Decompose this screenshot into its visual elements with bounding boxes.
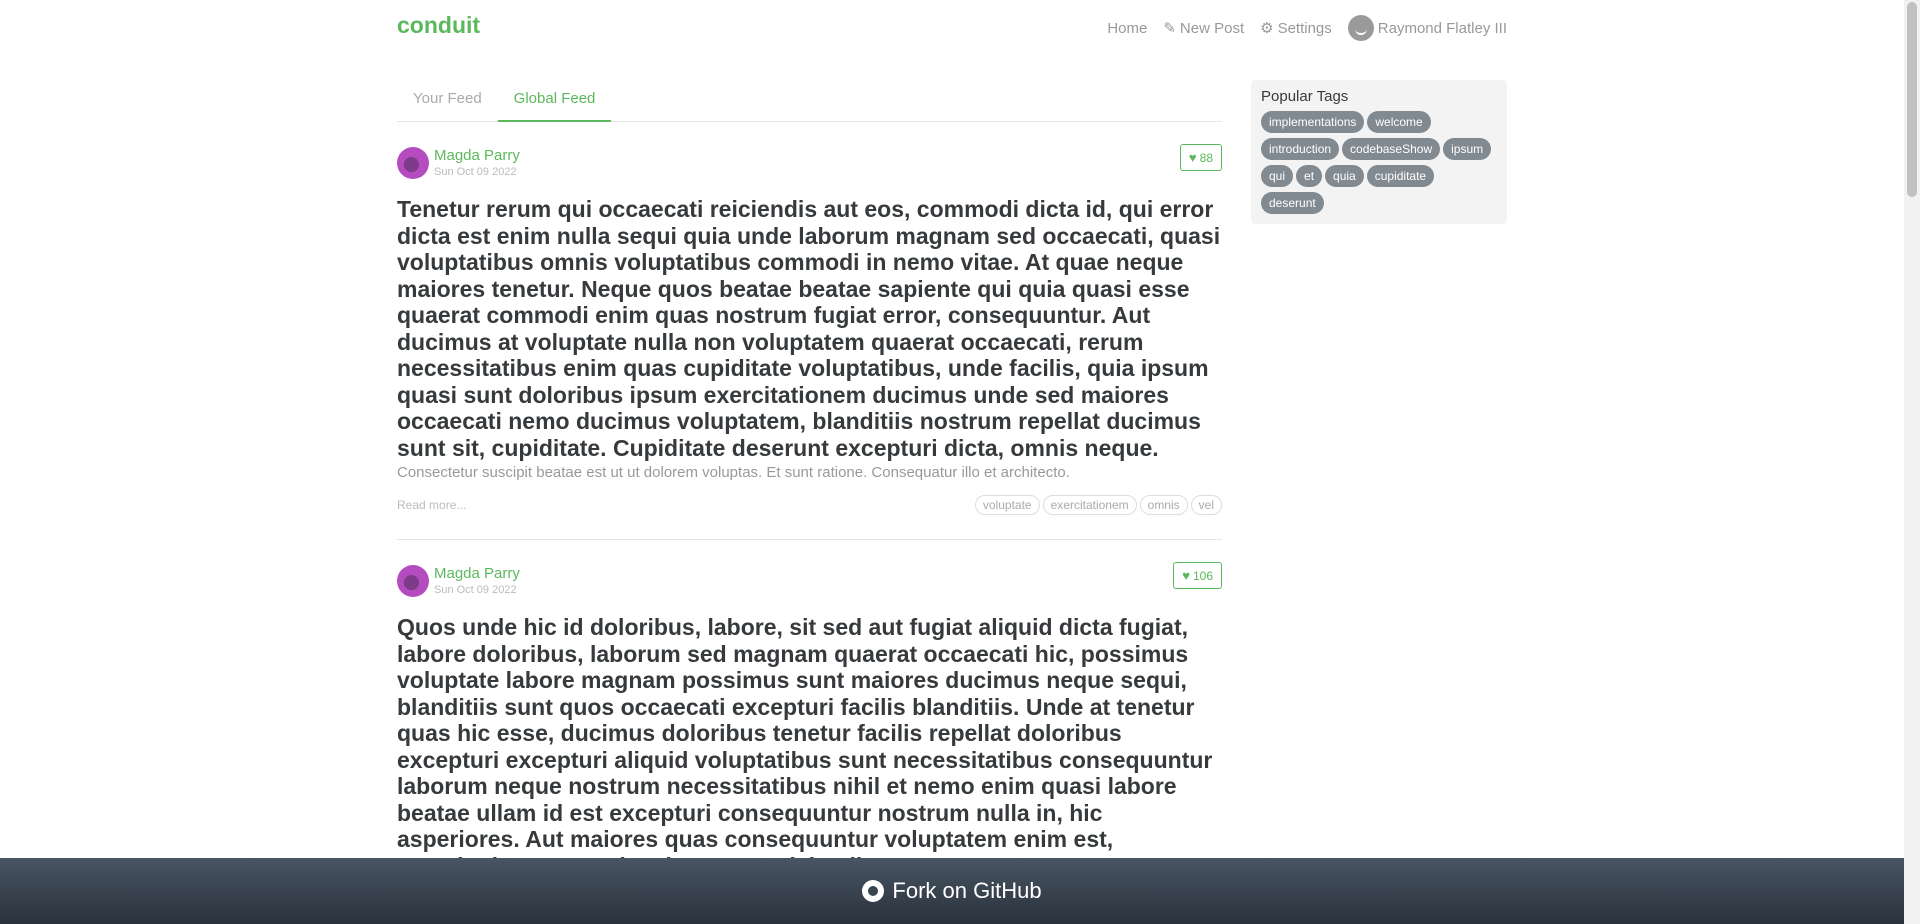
article-tag: voluptate	[974, 495, 1040, 515]
tag-pill[interactable]: et	[1296, 165, 1323, 187]
tag-pill[interactable]: codebaseShow	[1342, 138, 1441, 160]
heart-icon: ♥	[1188, 150, 1197, 165]
tag-pill[interactable]: quia	[1325, 165, 1364, 187]
article-tag: omnis	[1139, 495, 1188, 515]
gear-icon: ⚙	[1260, 20, 1274, 37]
article-date: Sun Oct 09 2022	[434, 583, 517, 596]
article-footer: Read more... voluptate exercitationem om…	[397, 495, 1222, 515]
article-title[interactable]: Quos unde hic id doloribus, labore, sit …	[397, 614, 1222, 879]
article-date: Sun Oct 09 2022	[434, 165, 517, 178]
article-tag-list: voluptate exercitationem omnis vel	[974, 495, 1222, 515]
article-tag: vel	[1190, 495, 1222, 515]
article-tag: exercitationem	[1042, 495, 1137, 515]
tag-pill[interactable]: welcome	[1367, 111, 1431, 133]
github-footer-link[interactable]: Fork on GitHub	[0, 858, 1904, 924]
author-name[interactable]: Magda Parry	[434, 566, 520, 583]
github-icon	[862, 880, 885, 902]
nav-links: Home ✎ New Post ⚙ Settings Raymond Flatl…	[1107, 0, 1507, 56]
article-description: Consectetur suscipit beatae est ut ut do…	[397, 464, 1070, 481]
nav-settings-label: Settings	[1277, 19, 1332, 37]
author-info: Magda Parry Sun Oct 09 2022	[434, 148, 520, 178]
tag-pill[interactable]: deserunt	[1261, 192, 1324, 214]
article-meta: Magda Parry Sun Oct 09 2022	[397, 564, 1222, 598]
github-footer-label: Fork on GitHub	[892, 878, 1042, 903]
favorite-button[interactable]: ♥ 106	[1173, 562, 1222, 589]
user-avatar	[1347, 15, 1374, 41]
favorite-count: 88	[1199, 150, 1213, 165]
author-avatar[interactable]	[397, 147, 429, 179]
article-preview: Magda Parry Sun Oct 09 2022 ♥ 106 Quos u…	[397, 540, 1222, 904]
popular-tags-sidebar: Popular Tags implementations welcome int…	[1251, 80, 1507, 224]
tag-pill[interactable]: implementations	[1261, 111, 1365, 133]
feed-toggle: Your Feed Global Feed	[397, 80, 1222, 122]
nav-home[interactable]: Home	[1107, 20, 1147, 37]
author-info: Magda Parry Sun Oct 09 2022	[434, 566, 520, 596]
nav-username: Raymond Flatley III	[1377, 19, 1507, 37]
nav-new-post-label: New Post	[1179, 19, 1245, 37]
tag-pill[interactable]: introduction	[1261, 138, 1340, 160]
nav-profile[interactable]: Raymond Flatley III	[1347, 15, 1507, 41]
nav-home-label: Home	[1107, 19, 1148, 37]
vertical-scrollbar[interactable]	[1904, 0, 1920, 924]
tag-cloud: implementations welcome introduction cod…	[1261, 111, 1497, 214]
edit-icon: ✎	[1163, 20, 1176, 37]
article-title[interactable]: Tenetur rerum qui occaecati reiciendis a…	[397, 196, 1222, 461]
article-meta: Magda Parry Sun Oct 09 2022	[397, 146, 1222, 180]
tag-pill[interactable]: qui	[1261, 165, 1294, 187]
favorite-count: 106	[1192, 568, 1213, 583]
scrollbar-thumb[interactable]	[1907, 2, 1917, 197]
sidebar-title: Popular Tags	[1261, 88, 1349, 105]
tag-pill[interactable]: ipsum	[1443, 138, 1492, 160]
nav-settings[interactable]: ⚙ Settings	[1260, 19, 1332, 38]
navbar: conduit Home ✎ New Post ⚙ Settings Raymo…	[0, 0, 1904, 56]
tab-global-feed[interactable]: Global Feed	[497, 80, 612, 122]
author-name[interactable]: Magda Parry	[434, 148, 520, 165]
read-more-link[interactable]: Read more...	[397, 498, 466, 512]
favorite-button[interactable]: ♥ 88	[1179, 144, 1222, 171]
tab-your-feed[interactable]: Your Feed	[397, 80, 498, 121]
nav-new-post[interactable]: ✎ New Post	[1163, 19, 1245, 38]
brand-logo[interactable]: conduit	[397, 12, 480, 39]
tag-pill[interactable]: cupiditate	[1366, 165, 1435, 187]
author-avatar[interactable]	[397, 565, 429, 597]
heart-icon: ♥	[1182, 568, 1190, 583]
article-preview: Magda Parry Sun Oct 09 2022 ♥ 88 Tenetur…	[397, 122, 1222, 540]
feed-main: Your Feed Global Feed Magda Parry Sun Oc…	[397, 80, 1222, 904]
